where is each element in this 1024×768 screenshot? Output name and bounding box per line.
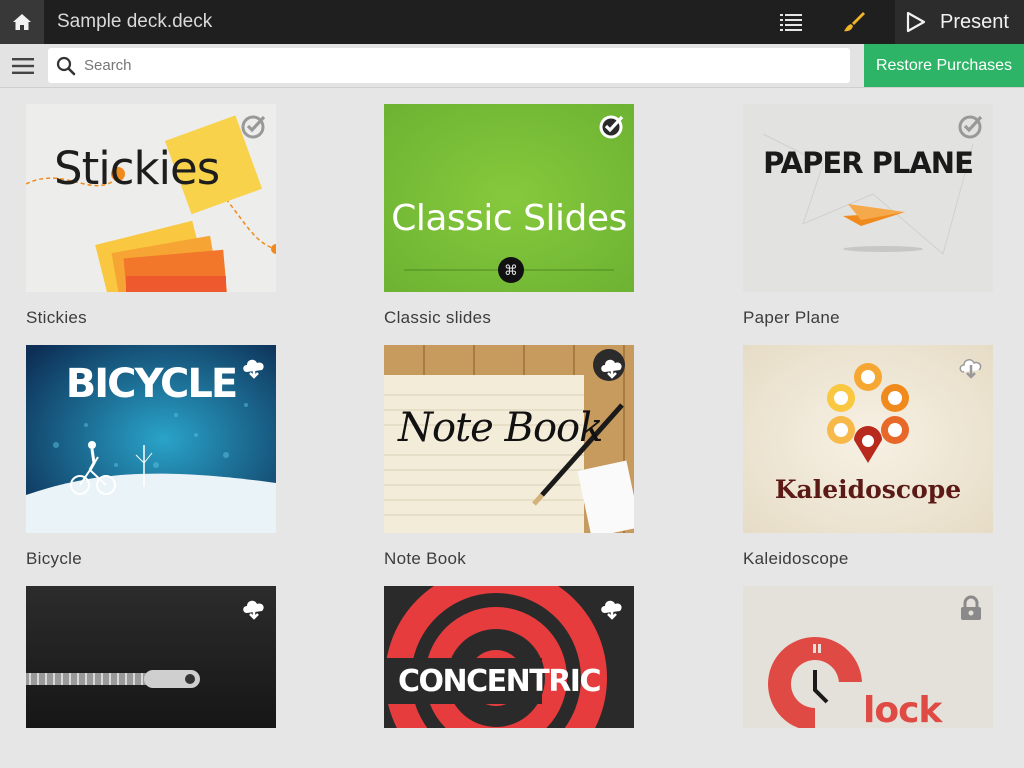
theme-thumbnail[interactable]: PAPER PLANE — [743, 104, 993, 292]
present-button[interactable]: Present — [895, 0, 1024, 44]
theme-thumbnail[interactable]: ⌘ Classic Slides — [384, 104, 634, 292]
thumbnail-title: CONCENTRIC — [398, 664, 602, 699]
deck-title: Sample deck.deck — [57, 11, 213, 32]
thumbnail-title: PAPER PLANE — [763, 146, 974, 180]
cloud-download-icon — [601, 359, 622, 379]
theme-name: Paper Plane — [743, 308, 840, 327]
present-label: Present — [940, 10, 1009, 33]
cloud-download-icon — [243, 359, 264, 379]
cloud-download-icon — [601, 600, 622, 620]
check-circle-icon — [599, 115, 624, 139]
theme-button[interactable] — [834, 0, 874, 44]
lock-icon — [961, 595, 981, 620]
thumbnail-title: Note Book — [398, 405, 603, 451]
concentric-artwork — [384, 586, 634, 728]
theme-name: Kaleidoscope — [743, 549, 849, 568]
menu-button[interactable] — [6, 50, 40, 82]
home-icon — [13, 14, 31, 30]
hamburger-icon — [12, 58, 34, 74]
zipper-artwork — [26, 586, 276, 728]
check-circle-icon — [958, 115, 983, 139]
restore-purchases-button[interactable]: Restore Purchases — [864, 44, 1024, 87]
theme-name: Stickies — [26, 308, 87, 327]
theme-thumbnail[interactable]: CONCENTRIC — [384, 586, 634, 728]
theme-thumbnail[interactable]: lock — [743, 586, 993, 728]
list-icon — [780, 14, 802, 31]
theme-thumbnail[interactable] — [26, 586, 276, 728]
kaleidoscope-artwork — [743, 345, 993, 533]
cloud-download-icon — [243, 600, 264, 620]
home-button[interactable] — [0, 0, 44, 44]
cloud-download-icon — [959, 359, 982, 379]
thumbnail-title: Kaleidoscope — [774, 475, 962, 504]
theme-thumbnail[interactable]: BICYCLE — [26, 345, 276, 533]
thumbnail-title: Stickies — [54, 142, 220, 195]
paper-plane-artwork — [743, 104, 993, 292]
thumbnail-title: lock — [863, 690, 942, 728]
search-icon — [56, 56, 76, 76]
play-icon — [906, 11, 926, 33]
theme-thumbnail[interactable]: Note Book — [384, 345, 634, 533]
theme-thumbnail[interactable]: Stickies — [26, 104, 276, 292]
paintbrush-icon — [844, 12, 865, 32]
search-input[interactable] — [84, 48, 824, 83]
theme-name: Bicycle — [26, 549, 82, 568]
search-field[interactable] — [48, 48, 850, 83]
theme-thumbnail[interactable]: Kaleidoscope — [743, 345, 993, 533]
theme-name: Note Book — [384, 549, 467, 568]
theme-name: Classic slides — [384, 308, 492, 327]
svg-text:⌘: ⌘ — [504, 263, 518, 279]
thumbnail-title: Classic Slides — [391, 198, 627, 239]
top-bar: Sample deck.deck Present — [0, 0, 1024, 44]
check-circle-icon — [241, 115, 266, 139]
thumbnail-title: BICYCLE — [65, 361, 238, 407]
stickies-artwork — [26, 104, 276, 292]
outline-button[interactable] — [771, 0, 811, 44]
